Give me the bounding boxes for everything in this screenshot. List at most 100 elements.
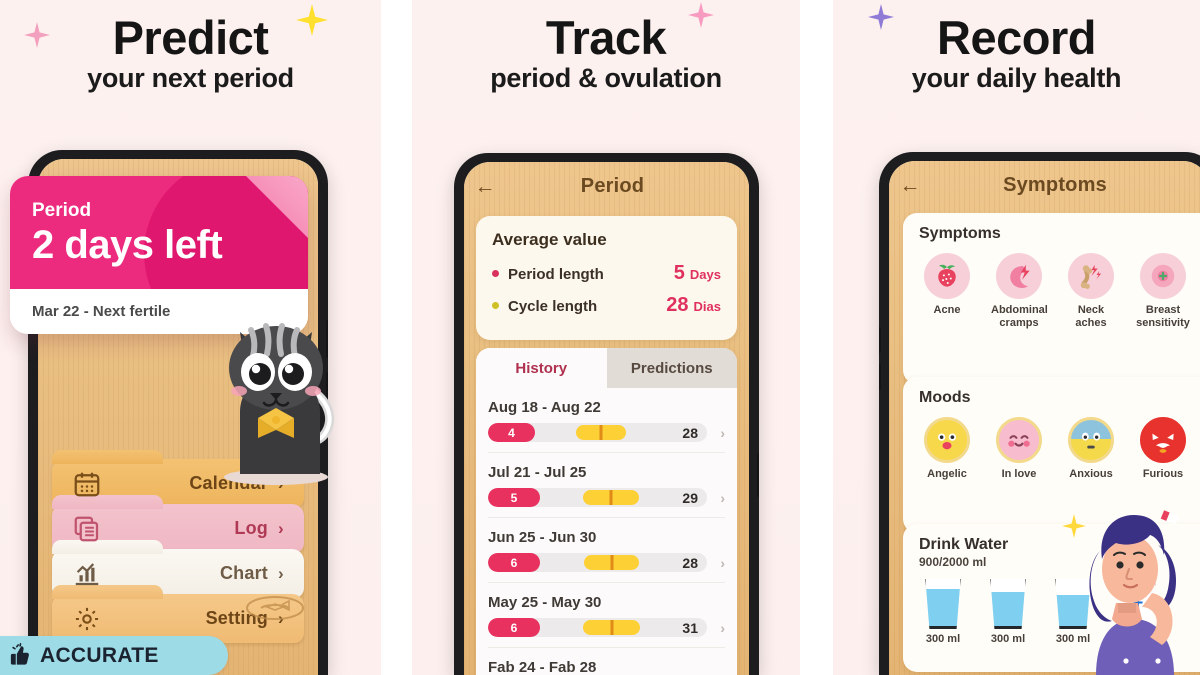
symptom-chip-breast-sensitivity[interactable]: Breast sensitivity [1135, 253, 1191, 329]
phone-volume-button [879, 364, 881, 390]
symptom-label: Neck aches [1075, 304, 1107, 329]
cycle-track: 6 28 [488, 553, 707, 572]
mood-chip-in-love[interactable]: In love [991, 417, 1047, 481]
cycle-length-value: 31 [682, 619, 698, 636]
app-bar: ← Symptoms [889, 161, 1200, 209]
page-subtitle: your next period [87, 62, 294, 93]
period-card-top: Period 2 days left [10, 176, 308, 290]
history-list: Aug 18 - Aug 22 4 28 › Jul 21 - Jul 25 5… [476, 388, 737, 675]
table-row[interactable]: May 25 - May 30 6 31 › [488, 583, 725, 648]
period-days-pill: 5 [488, 488, 540, 507]
legend-dot [492, 270, 499, 277]
breast-icon [1140, 253, 1186, 299]
history-date-range: Jun 25 - Jun 30 [488, 529, 597, 546]
history-bar: 6 28 › [488, 553, 725, 572]
water-glass[interactable]: 300 ml [984, 579, 1032, 645]
period-days-pill: 4 [488, 423, 535, 442]
phone-side-button [757, 453, 759, 497]
cycle-track: 6 31 [488, 618, 707, 637]
sparkle-icon [1062, 514, 1086, 538]
chevron-right-icon: › [278, 563, 284, 583]
glass-label: 300 ml [925, 633, 961, 645]
section-title: Moods [919, 389, 971, 406]
ovulation-window [583, 490, 639, 505]
app-bar-title: Symptoms [1003, 173, 1107, 196]
mood-label: Anxious [1069, 468, 1113, 480]
section-title: Symptoms [919, 225, 1001, 242]
sparkle-icon [24, 22, 50, 48]
app-bar-title: Period [580, 174, 645, 197]
symptom-chip-abdominal-cramps[interactable]: Abdominal cramps [991, 253, 1048, 329]
phone-side-button [879, 327, 881, 353]
page-subtitle: your daily health [911, 62, 1122, 93]
page-title: Track [545, 11, 667, 64]
calendar-icon [60, 469, 114, 499]
menu-item-label: Log [234, 518, 268, 538]
ovulation-window [576, 425, 626, 440]
chevron-right-icon: › [720, 554, 725, 571]
cycle-length-value: 28 [682, 554, 698, 571]
mood-chip-anxious[interactable]: Anxious [1063, 417, 1119, 481]
phone-screen: ← Period Average value Period length 5 D… [464, 162, 749, 675]
panel-predict: Predict your next period Calendar Log › … [0, 0, 381, 675]
sparkle-icon [868, 4, 894, 30]
panel-heading: Track period & ovulation [412, 14, 800, 94]
table-row[interactable]: Jul 21 - Jul 25 5 29 › [488, 453, 725, 518]
legend-dot [492, 302, 499, 309]
water-glass[interactable]: 300 ml [919, 579, 967, 645]
average-row-value: 28 [666, 294, 689, 316]
symptom-chip-list: Acne Abdominal cramps Neck aches Breast … [919, 253, 1200, 329]
symptom-label: Acne [933, 304, 961, 316]
average-row-unit: Dias [693, 299, 721, 314]
panel-record: Record your daily health ← Symptoms Symp… [833, 0, 1200, 675]
symptom-chip-neck-aches[interactable]: Neck aches [1063, 253, 1119, 329]
tab-bar: History Predictions [476, 348, 737, 388]
cycle-length-value: 29 [682, 489, 698, 506]
history-bar: 6 31 › [488, 618, 725, 637]
chevron-right-icon: › [720, 489, 725, 506]
table-row[interactable]: Jun 25 - Jun 30 6 28 › [488, 518, 725, 583]
average-row-unit: Days [689, 267, 721, 282]
symptom-chip-acne[interactable]: Acne [919, 253, 975, 329]
neck-bone-icon [1068, 253, 1114, 299]
mood-chip-angelic[interactable]: Angelic [919, 417, 975, 481]
chevron-right-icon: › [278, 518, 284, 538]
chevron-right-icon: › [720, 619, 725, 636]
average-row-cycle-length: Cycle length 28 Dias [492, 294, 721, 317]
app-bar: ← Period [464, 162, 749, 210]
cycle-length-value: 28 [682, 424, 698, 441]
chevron-right-icon: › [720, 424, 725, 441]
average-row-period-length: Period length 5 Days [492, 262, 721, 285]
table-row[interactable]: Aug 18 - Aug 22 4 28 › [488, 388, 725, 453]
anxious-face-icon [1068, 417, 1114, 463]
list-icon [60, 514, 114, 544]
accurate-badge: ACCURATE [0, 636, 228, 675]
average-row-label: Period length [508, 266, 604, 283]
mood-chip-furious[interactable]: Furious [1135, 417, 1191, 481]
period-days-pill: 6 [488, 553, 540, 572]
cat-mascot-icon [224, 323, 334, 485]
stomach-lightning-icon [996, 253, 1042, 299]
thumbs-up-icon [10, 642, 29, 665]
history-bar: 5 29 › [488, 488, 725, 507]
menu-item-label: Chart [219, 563, 268, 583]
table-row[interactable]: Fab 24 - Fab 28 4 31 › [488, 648, 725, 675]
cycle-track: 5 29 [488, 488, 707, 507]
tab-predictions[interactable]: Predictions [606, 348, 737, 388]
mood-label: Furious [1142, 468, 1184, 480]
ovulation-window [584, 555, 639, 570]
angelic-face-icon [924, 417, 970, 463]
screenshot-root: Predict your next period Calendar Log › … [0, 0, 1200, 675]
symptom-label: Breast sensitivity [1136, 304, 1190, 329]
sparkle-icon [688, 2, 714, 28]
average-row-label: Cycle length [508, 298, 598, 315]
glass-icon [925, 579, 961, 629]
average-value-title: Average value [492, 230, 607, 249]
cycle-track: 4 28 [488, 423, 707, 442]
tab-history[interactable]: History [476, 348, 607, 388]
glass-label: 300 ml [990, 633, 1026, 645]
history-bar: 4 28 › [488, 423, 725, 442]
glass-icon [990, 579, 1026, 629]
symptom-label: Abdominal cramps [991, 304, 1048, 329]
period-days-pill: 6 [488, 618, 540, 637]
